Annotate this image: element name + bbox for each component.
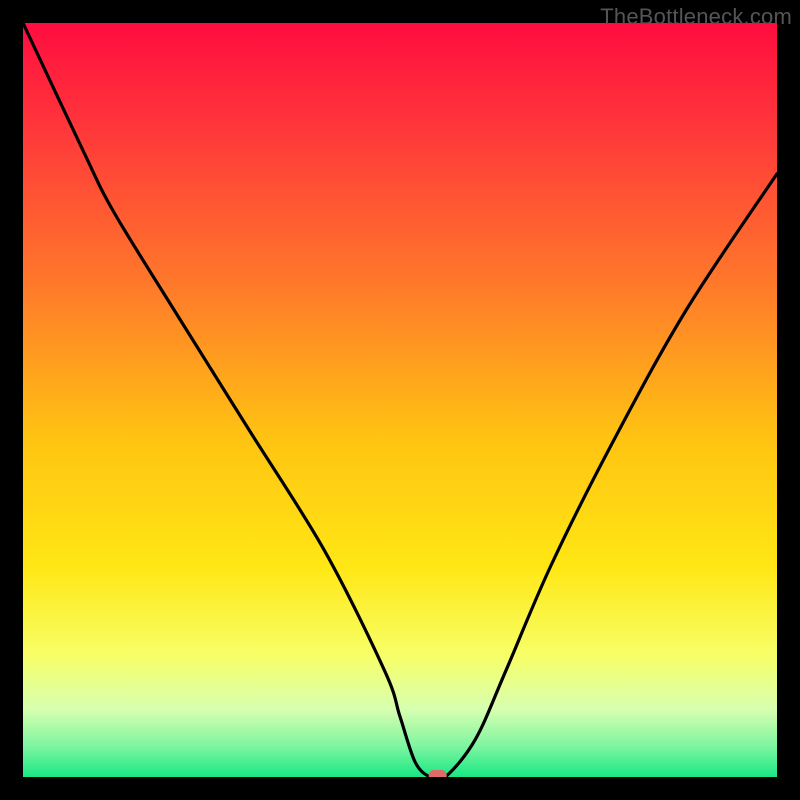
watermark-text: TheBottleneck.com (600, 4, 792, 30)
chart-background (23, 23, 777, 777)
chart-plot-area (23, 23, 777, 777)
chart-svg (23, 23, 777, 777)
minimum-marker (429, 770, 447, 777)
